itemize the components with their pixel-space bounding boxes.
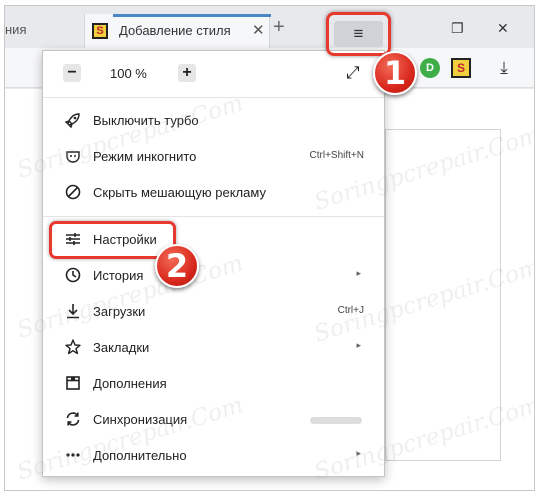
menu-item-label: Выключить турбо	[93, 113, 199, 128]
menu-item-history[interactable]: История ▸	[43, 258, 384, 294]
zoom-in-button[interactable]: +	[178, 64, 196, 82]
step-1-badge: 1	[373, 51, 417, 95]
more-icon	[63, 446, 83, 466]
rocket-icon	[63, 111, 83, 131]
menu-item-addons[interactable]: Дополнения	[43, 366, 384, 402]
sync-account-blurred	[310, 417, 362, 424]
browser-window: ния S Добавление стиля ✕ + ❐ ✕ D S ⤓ ≡ −…	[4, 5, 535, 491]
zoom-level: 100 %	[110, 66, 147, 81]
sync-icon	[63, 410, 83, 430]
menu-item-block-ads[interactable]: Скрыть мешающую рекламу	[43, 175, 384, 211]
page-panel	[385, 129, 501, 461]
tab-close-icon[interactable]: ✕	[252, 21, 265, 39]
menu-item-label: Режим инкогнито	[93, 149, 197, 164]
settings-highlight	[49, 221, 176, 259]
restore-window-icon[interactable]: ❐	[451, 20, 464, 37]
menu-item-label: Дополнительно	[93, 448, 187, 463]
download-icon	[63, 302, 83, 322]
menu-item-label: Скрыть мешающую рекламу	[93, 185, 266, 200]
block-icon	[63, 183, 83, 203]
tab-bar: ния S Добавление стиля ✕ + ❐ ✕	[5, 6, 534, 48]
tab-active[interactable]: S Добавление стиля ✕	[84, 14, 271, 48]
menu-item-more[interactable]: Дополнительно ▸	[43, 438, 384, 474]
tab-previous[interactable]: ния	[5, 22, 26, 37]
menu-item-label: Дополнения	[93, 376, 167, 391]
close-window-icon[interactable]: ✕	[497, 20, 509, 37]
submenu-arrow-icon: ▸	[356, 268, 361, 278]
menu-divider	[43, 216, 384, 217]
fullscreen-icon[interactable]: ⤢	[346, 63, 360, 83]
menu-item-label: Закладки	[93, 340, 150, 355]
menu-item-label: Загрузки	[93, 304, 146, 319]
zoom-row: − 100 % + ⤢	[43, 51, 384, 97]
step-2-badge: 2	[155, 244, 199, 288]
menu-item-downloads[interactable]: Загрузки Ctrl+J	[43, 294, 384, 330]
tab-title: Добавление стиля	[119, 23, 231, 38]
menu-item-bookmarks[interactable]: Закладки ▸	[43, 330, 384, 366]
menu-item-turbo[interactable]: Выключить турбо	[43, 103, 384, 139]
menu-item-label: История	[93, 268, 144, 283]
main-menu: − 100 % + ⤢ Выключить турбо Режим инкогн…	[42, 50, 385, 477]
menu-button[interactable]: ≡	[326, 12, 391, 56]
menu-item-incognito[interactable]: Режим инкогнито Ctrl+Shift+N	[43, 139, 384, 175]
incognito-icon	[63, 147, 83, 167]
hamburger-menu-icon[interactable]: ≡	[334, 21, 383, 47]
site-favicon-icon: S	[92, 23, 108, 39]
shortcut-incognito: Ctrl+Shift+N	[309, 150, 364, 161]
submenu-arrow-icon: ▸	[356, 340, 361, 350]
new-tab-button[interactable]: +	[273, 17, 285, 37]
menu-divider	[43, 97, 384, 98]
tab-loading-indicator	[113, 14, 271, 17]
submenu-arrow-icon: ▸	[356, 448, 361, 458]
zoom-out-button[interactable]: −	[63, 64, 81, 82]
history-clock-icon	[63, 266, 83, 286]
addons-icon	[63, 374, 83, 394]
bookmark-star-icon	[63, 338, 83, 358]
extension-s-icon[interactable]: S	[451, 58, 471, 78]
shortcut-downloads: Ctrl+J	[337, 305, 364, 316]
menu-item-sync[interactable]: Синхронизация	[43, 402, 384, 438]
downloads-toolbar-icon[interactable]: ⤓	[494, 58, 514, 78]
menu-item-label: Синхронизация	[93, 412, 188, 427]
extension-green-icon[interactable]: D	[420, 58, 440, 78]
